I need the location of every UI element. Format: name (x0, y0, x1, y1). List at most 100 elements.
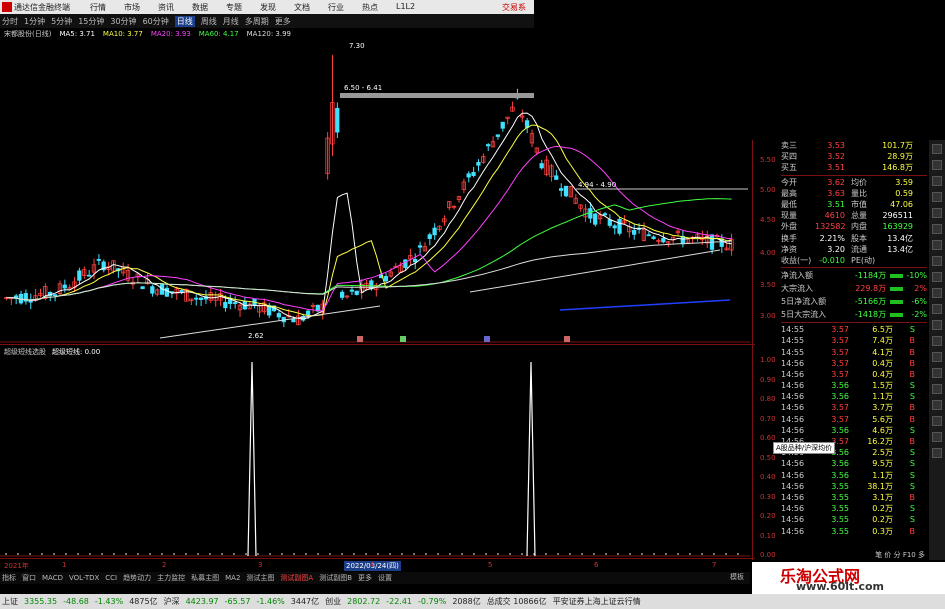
side-tool-icon[interactable] (932, 256, 942, 266)
indicator-tab[interactable]: MA2 (225, 574, 240, 582)
menu-item-1[interactable]: 市场 (120, 2, 144, 13)
date-start: 2021年 (4, 562, 29, 570)
period-7[interactable]: 周线 (201, 16, 217, 27)
stat-label: 现量 (781, 211, 797, 221)
indicator-chart[interactable] (0, 358, 750, 558)
indicator-tab[interactable]: 测试副图B (319, 573, 352, 583)
indicator-tab[interactable]: 更多 (358, 573, 372, 583)
indicator-tab[interactable]: 设置 (378, 573, 392, 583)
side-tool-icon[interactable] (932, 384, 942, 394)
index-name[interactable]: 上证 (2, 596, 18, 607)
index-name[interactable]: 沪深 (164, 596, 180, 607)
event-marker[interactable] (357, 336, 363, 342)
side-tool-icon[interactable] (932, 352, 942, 362)
signal-point (329, 553, 331, 555)
side-tool-icon[interactable] (932, 320, 942, 330)
period-2[interactable]: 5分钟 (51, 16, 72, 27)
side-tool-icon[interactable] (932, 368, 942, 378)
order-price: 3.52 (827, 152, 845, 162)
side-tool-icon[interactable] (932, 304, 942, 314)
tick-side: S (909, 448, 915, 458)
tick-time: 14:56 (781, 358, 805, 368)
menu-item-9[interactable]: L1L2 (392, 2, 419, 13)
signal-point (473, 553, 475, 555)
candlestick-chart[interactable]: 6.50 - 6.41 7.30 4.94 - 4.90 2.62 (0, 40, 750, 343)
menu-item-5[interactable]: 发现 (256, 2, 280, 13)
menu-item-7[interactable]: 行业 (324, 2, 348, 13)
divider (781, 174, 927, 176)
indicator-tab[interactable]: 趋势动力 (123, 573, 151, 583)
tick-side: S (909, 515, 915, 525)
price-axis-label: 5.00 (760, 186, 776, 194)
event-marker[interactable] (564, 336, 570, 342)
signal-point (521, 553, 523, 555)
side-tool-icon[interactable] (932, 272, 942, 282)
indicator-tab[interactable]: 主力监控 (157, 573, 185, 583)
candle-body (485, 144, 491, 147)
ma-legend-item: MA120: 3.99 (246, 30, 291, 38)
period-8[interactable]: 月线 (223, 16, 239, 27)
side-tool-icon[interactable] (932, 240, 942, 250)
stat-row: 最低 3.51 市值 47.06 (781, 199, 927, 210)
panel-footer[interactable]: 笔 价 分 F10 多 (875, 550, 925, 560)
signal-point (689, 553, 691, 555)
side-tool-icon[interactable] (932, 208, 942, 218)
menu-item-6[interactable]: 文档 (290, 2, 314, 13)
side-tool-icon[interactable] (932, 224, 942, 234)
tick-side: B (909, 336, 916, 346)
event-marker[interactable] (400, 336, 406, 342)
side-tool-icon[interactable] (932, 160, 942, 170)
signal-point (677, 553, 679, 555)
menu-item-3[interactable]: 数据 (188, 2, 212, 13)
period-10[interactable]: 更多 (275, 16, 291, 27)
signal-point (509, 553, 511, 555)
period-3[interactable]: 15分钟 (78, 16, 104, 27)
indicator-tab[interactable]: VOL-TDX (69, 574, 99, 582)
period-5[interactable]: 60分钟 (143, 16, 169, 27)
tick-price: 3.57 (831, 358, 849, 368)
side-tool-icon[interactable] (932, 176, 942, 186)
stat-row: 收益(一) -0.010 PE(动) (781, 255, 927, 266)
period-6[interactable]: 日线 (174, 15, 195, 27)
tick-row: 14:56 3.57 0.4万 B (781, 358, 927, 369)
indicator-tab[interactable]: MACD (42, 574, 63, 582)
side-tool-icon[interactable] (932, 448, 942, 458)
tick-price: 3.57 (831, 414, 849, 424)
period-0[interactable]: 分时 (2, 16, 18, 27)
index-name[interactable]: 创业 (325, 596, 341, 607)
date-tick: 6 (594, 561, 599, 569)
stat-label: 最高 (781, 188, 797, 198)
stat-label: 流通 (851, 244, 867, 254)
indicator-tab[interactable]: 指标 (2, 573, 16, 583)
template-button[interactable]: 模板 (730, 572, 744, 582)
sub-axis-label: 0.00 (760, 551, 776, 559)
side-tool-icon[interactable] (932, 144, 942, 154)
menu-item-4[interactable]: 专题 (222, 2, 246, 13)
tick-row: 14:56 3.57 5.6万 B (781, 414, 927, 425)
period-4[interactable]: 30分钟 (110, 16, 136, 27)
menu-item-2[interactable]: 资讯 (154, 2, 178, 13)
side-tool-icon[interactable] (932, 192, 942, 202)
tick-time: 14:56 (781, 414, 805, 424)
indicator-tabs: 指标 窗口 MACD VOL-TDX CCI 趋势动力 主力监控 私募主图 MA2 测试主图 测试副… (0, 572, 750, 584)
menu-item-8[interactable]: 热点 (358, 2, 382, 13)
indicator-tab[interactable]: 窗口 (22, 573, 36, 583)
indicator-tab[interactable]: CCI (105, 574, 117, 582)
period-1[interactable]: 1分钟 (24, 16, 45, 27)
side-tool-icon[interactable] (932, 400, 942, 410)
side-tool-icon[interactable] (932, 288, 942, 298)
tick-volume: 3.1万 (872, 492, 893, 502)
event-marker[interactable] (484, 336, 490, 342)
trade-link[interactable]: 交易系 (502, 2, 526, 13)
indicator-tab[interactable]: 私募主图 (191, 573, 219, 583)
side-tool-icon[interactable] (932, 416, 942, 426)
fund-flow-value: -1184万 (854, 271, 887, 281)
period-9[interactable]: 多周期 (245, 16, 269, 27)
indicator-tab[interactable]: 测试副图A (280, 573, 313, 583)
side-tool-icon[interactable] (932, 336, 942, 346)
indicator-tab[interactable]: 测试主图 (246, 573, 274, 583)
menu-item-0[interactable]: 行情 (86, 2, 110, 13)
side-tool-icon[interactable] (932, 432, 942, 442)
candle-body (617, 218, 622, 234)
tick-time: 14:55 (781, 325, 805, 335)
